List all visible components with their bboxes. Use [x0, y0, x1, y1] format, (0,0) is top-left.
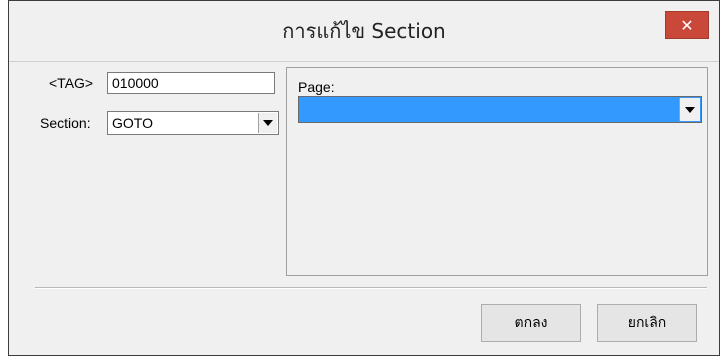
edit-section-dialog: การแก้ไข Section ✕ <TAG> Section: GOTO P… — [8, 0, 720, 356]
cancel-button[interactable]: ยกเลิก — [597, 304, 697, 342]
section-select[interactable]: GOTO — [107, 111, 279, 135]
close-icon: ✕ — [680, 15, 694, 35]
title-bar[interactable]: การแก้ไข Section ✕ — [9, 1, 719, 62]
page-dropdown-button[interactable] — [679, 98, 700, 121]
chevron-down-icon — [685, 106, 695, 113]
page-label: Page: — [298, 79, 335, 95]
ok-button[interactable]: ตกลง — [481, 304, 581, 342]
section-dropdown-button[interactable] — [258, 113, 277, 133]
separator — [35, 287, 707, 289]
tag-label: <TAG> — [49, 75, 94, 91]
section-select-value: GOTO — [112, 115, 153, 131]
section-label: Section: — [40, 115, 91, 131]
dialog-title: การแก้ไข Section — [282, 19, 446, 43]
tag-input[interactable] — [107, 72, 275, 94]
page-select[interactable] — [298, 96, 702, 123]
chevron-down-icon — [263, 120, 273, 126]
close-button[interactable]: ✕ — [665, 11, 709, 39]
